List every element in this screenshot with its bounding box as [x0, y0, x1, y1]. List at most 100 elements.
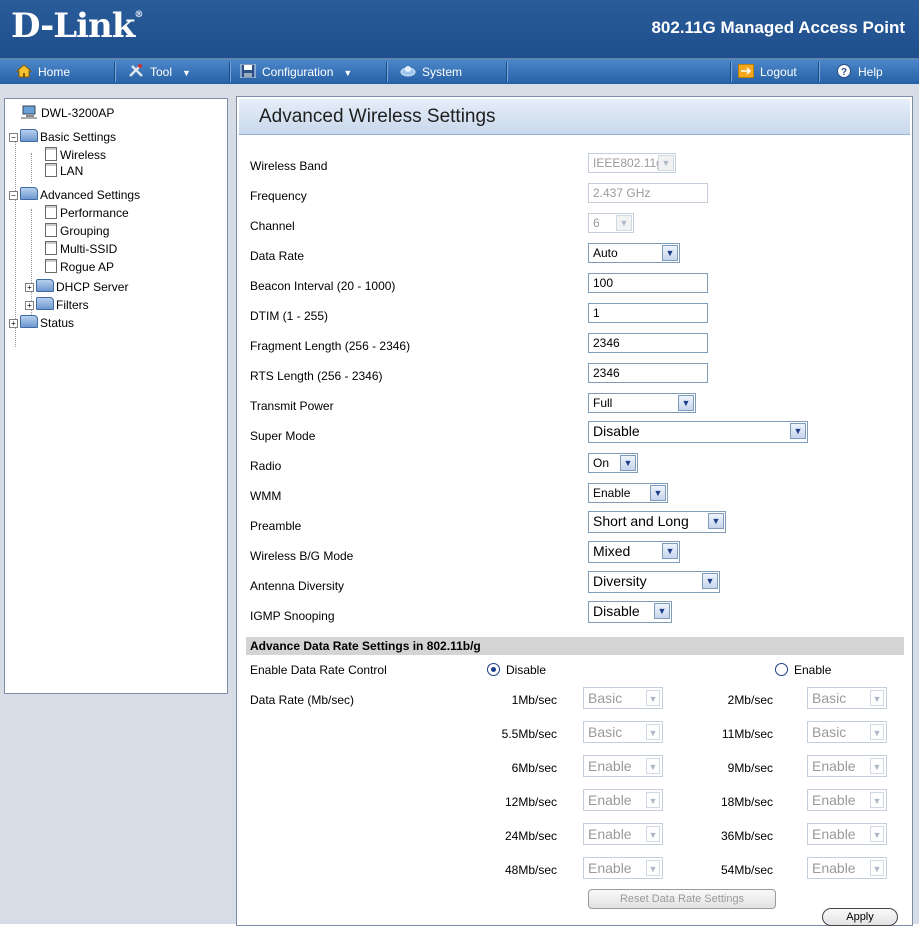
- rate-label: 1Mb/sec: [511, 693, 557, 707]
- rate-control-disable[interactable]: Disable: [487, 663, 546, 677]
- tree-device[interactable]: DWL-3200AP: [21, 105, 114, 121]
- tree-advanced-settings[interactable]: − Advanced Settings: [9, 187, 140, 203]
- menu-help[interactable]: ? Help: [836, 60, 883, 84]
- rate-select: Enable ▼: [583, 823, 663, 845]
- antenna-diversity-select[interactable]: Diversity ▼: [588, 571, 720, 593]
- frequency-label: Frequency: [250, 189, 307, 203]
- menu-home[interactable]: Home: [16, 60, 70, 84]
- dlink-logo: D-Link®: [11, 6, 143, 46]
- rate-control-enable[interactable]: Enable: [775, 663, 831, 677]
- navigation-tree: DWL-3200AP − Basic Settings Wireless LAN …: [4, 98, 228, 694]
- tree-multi-ssid[interactable]: Multi-SSID: [45, 241, 117, 257]
- channel-select: 6 ▼: [588, 213, 634, 233]
- wmm-label: WMM: [250, 489, 282, 503]
- menu-bar: Home Tool ▼ Configuration ▼ System Logout …: [0, 60, 919, 85]
- expand-icon[interactable]: +: [25, 283, 34, 292]
- super-mode-select[interactable]: Disable ▼: [588, 421, 808, 443]
- tree-performance[interactable]: Performance: [45, 205, 129, 221]
- page-icon: [45, 259, 57, 273]
- rate-control-label: Enable Data Rate Control: [250, 663, 387, 677]
- page-icon: [45, 163, 57, 177]
- fragment-length-input[interactable]: 2346: [588, 333, 708, 353]
- rts-length-input[interactable]: 2346: [588, 363, 708, 383]
- expand-icon[interactable]: +: [25, 301, 34, 310]
- beacon-interval-input[interactable]: 100: [588, 273, 708, 293]
- rate-select: Enable ▼: [583, 755, 663, 777]
- super-mode-label: Super Mode: [250, 429, 316, 443]
- menu-system[interactable]: System: [400, 60, 462, 84]
- tree-status[interactable]: + Status: [9, 315, 74, 331]
- rate-label: 12Mb/sec: [504, 795, 557, 809]
- chevron-down-icon: ▼: [678, 395, 694, 411]
- tree-lan[interactable]: LAN: [45, 163, 83, 179]
- chevron-down-icon: ▼: [658, 155, 674, 171]
- tree-rogue-ap[interactable]: Rogue AP: [45, 259, 114, 275]
- radio-disable[interactable]: [487, 663, 500, 676]
- bg-mode-label: Wireless B/G Mode: [250, 549, 354, 563]
- folder-icon: [36, 279, 54, 292]
- section-header: Advance Data Rate Settings in 802.11b/g: [246, 637, 904, 655]
- help-icon: ?: [837, 64, 851, 78]
- chevron-down-icon: ▼: [620, 455, 636, 471]
- chevron-down-icon: ▼: [662, 245, 678, 261]
- rate-label: 24Mb/sec: [504, 829, 557, 843]
- rate-label: 48Mb/sec: [504, 863, 557, 877]
- rate-label: 36Mb/sec: [720, 829, 773, 843]
- fragment-length-label: Fragment Length (256 - 2346): [250, 339, 411, 353]
- reset-data-rate-button: Reset Data Rate Settings: [588, 889, 776, 909]
- tool-icon: [129, 64, 143, 77]
- antenna-diversity-label: Antenna Diversity: [250, 579, 345, 593]
- logout-icon: [738, 64, 754, 78]
- rate-label: 5.5Mb/sec: [501, 727, 557, 741]
- menu-logout[interactable]: Logout: [738, 60, 797, 84]
- data-rate-label: Data Rate: [250, 249, 305, 263]
- collapse-icon[interactable]: −: [9, 191, 18, 200]
- system-icon: [400, 66, 416, 77]
- rate-label: 11Mb/sec: [721, 727, 773, 741]
- rate-select: Enable ▼: [583, 857, 663, 879]
- wireless-band-select: IEEE802.11g ▼: [588, 153, 676, 173]
- expand-icon[interactable]: +: [9, 319, 18, 328]
- folder-icon: [20, 315, 38, 328]
- rate-select: Basic ▼: [807, 687, 887, 709]
- radio-enable[interactable]: [775, 663, 788, 676]
- tree-basic-settings[interactable]: − Basic Settings: [9, 129, 116, 145]
- chevron-down-icon: ▼: [650, 485, 666, 501]
- menu-tool[interactable]: Tool ▼: [128, 60, 191, 84]
- header-bar: D-Link® 802.11G Managed Access Point: [0, 0, 919, 60]
- rate-select: Basic ▼: [583, 721, 663, 743]
- radio-select[interactable]: On ▼: [588, 453, 638, 473]
- wireless-band-label: Wireless Band: [250, 159, 328, 173]
- igmp-snooping-select[interactable]: Disable ▼: [588, 601, 672, 623]
- data-rate-mbps-label: Data Rate (Mb/sec): [250, 693, 355, 707]
- page-title: Advanced Wireless Settings: [239, 99, 910, 135]
- collapse-icon[interactable]: −: [9, 133, 18, 142]
- tree-dhcp-server[interactable]: + DHCP Server: [25, 279, 128, 295]
- chevron-down-icon: ▼: [702, 573, 718, 589]
- rate-select: Basic ▼: [807, 721, 887, 743]
- folder-open-icon: [20, 129, 38, 142]
- wmm-select[interactable]: Enable ▼: [588, 483, 668, 503]
- beacon-interval-label: Beacon Interval (20 - 1000): [250, 279, 396, 293]
- rate-label: 6Mb/sec: [511, 761, 557, 775]
- sidebar: DWL-3200AP − Basic Settings Wireless LAN …: [0, 84, 229, 924]
- transmit-power-label: Transmit Power: [250, 399, 334, 413]
- menu-configuration[interactable]: Configuration ▼: [240, 60, 352, 84]
- chevron-down-icon: ▼: [654, 603, 670, 619]
- tree-wireless[interactable]: Wireless: [45, 147, 106, 163]
- data-rate-select[interactable]: Auto ▼: [588, 243, 680, 263]
- bg-mode-select[interactable]: Mixed ▼: [588, 541, 680, 563]
- product-title: 802.11G Managed Access Point: [651, 18, 905, 37]
- tree-grouping[interactable]: Grouping: [45, 223, 109, 239]
- folder-icon: [36, 297, 54, 310]
- page-icon: [45, 205, 57, 219]
- apply-button[interactable]: Apply: [822, 908, 898, 926]
- rate-label: 18Mb/sec: [720, 795, 773, 809]
- dtim-input[interactable]: 1: [588, 303, 708, 323]
- tree-filters[interactable]: + Filters: [25, 297, 89, 313]
- preamble-select[interactable]: Short and Long ▼: [588, 511, 726, 533]
- radio-label: Radio: [250, 459, 282, 473]
- transmit-power-select[interactable]: Full ▼: [588, 393, 696, 413]
- channel-label: Channel: [250, 219, 295, 233]
- page-icon: [45, 241, 57, 255]
